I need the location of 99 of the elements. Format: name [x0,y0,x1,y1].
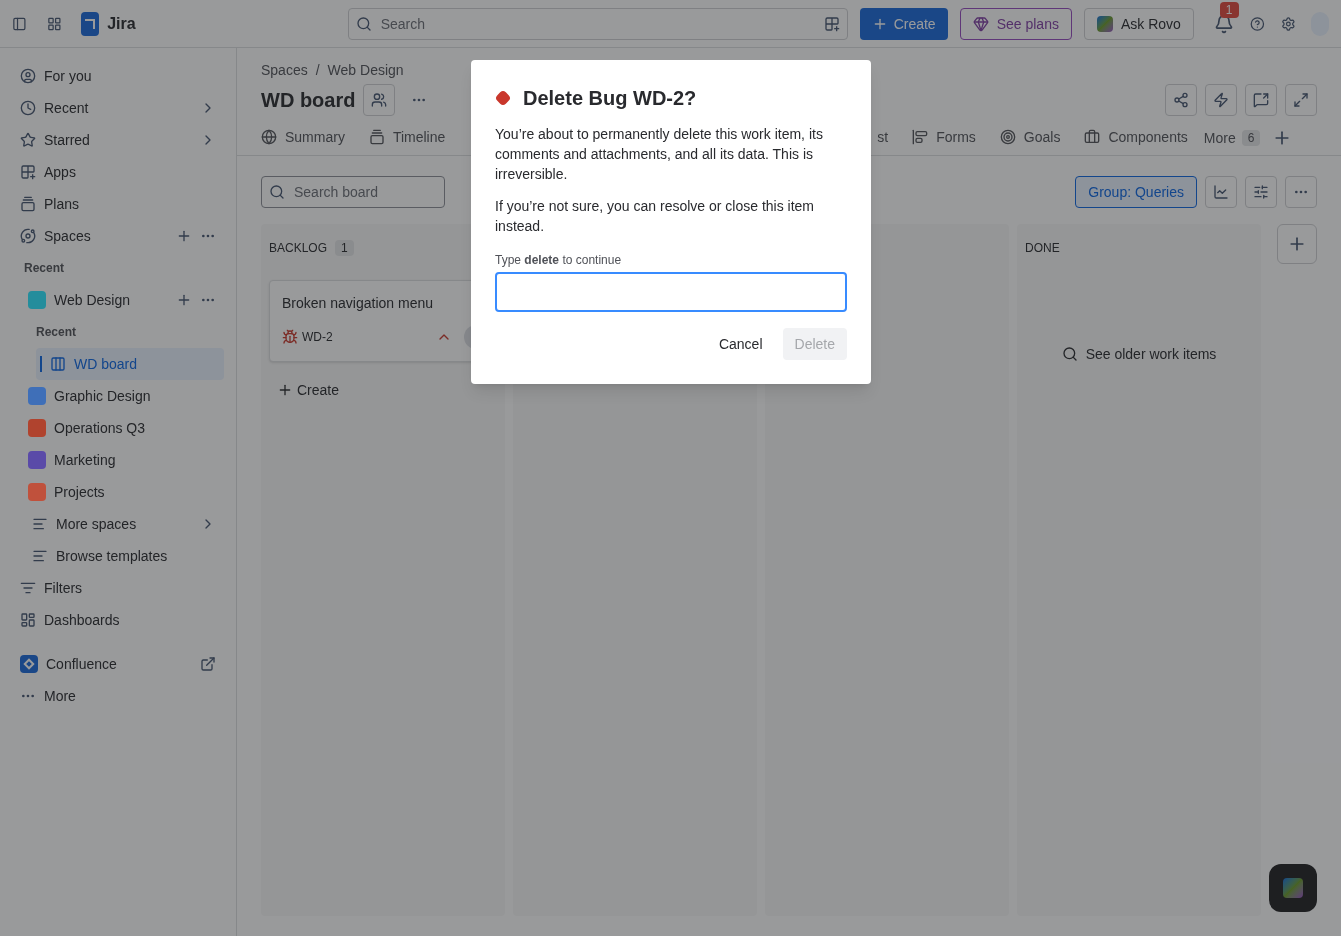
column-title: BACKLOG [269,240,328,256]
field-label: Type delete to continue [495,252,623,268]
sidebar-item[interactable]: Projects [20,476,224,508]
sidebar-item[interactable]: Browse templates [24,540,224,572]
warning-icon [495,90,511,106]
message-icon [1253,92,1269,108]
card-title: Broken navigation menu [282,294,434,313]
team-button[interactable] [363,84,396,116]
gem-icon [972,15,989,32]
rovo-logo-icon [1283,878,1303,898]
sidebar-item[interactable]: Spaces [12,220,224,252]
sidebar-item[interactable]: Apps [12,156,224,188]
add-icon [176,292,192,308]
ask-rovo-button[interactable]: Ask Rovo [1083,7,1194,40]
automation-button[interactable] [1205,84,1237,116]
rovo-logo-icon [1096,15,1113,32]
dialog-title: Delete Bug WD-2? [523,86,697,111]
tab-icon [912,128,929,145]
board-title: WD board [261,88,356,113]
search-icon [355,15,372,32]
nav-icon [20,580,36,596]
nav-tab[interactable]: Timeline [368,119,446,156]
plus-icon [277,382,293,398]
confirm-input[interactable] [495,272,847,312]
sidebar-item[interactable]: More spaces [24,508,224,540]
external-link-icon [200,656,216,672]
fullscreen-button[interactable] [1285,84,1317,116]
app-logo-icon [20,655,38,673]
feedback-button[interactable] [1245,84,1277,116]
planet-icon [20,228,36,244]
nav-icon [20,132,36,148]
nav-tab[interactable]: Goals [999,119,1061,156]
nav-icon [20,612,36,628]
sidebar-item[interactable]: Operations Q3 [20,412,224,444]
share-icon [1173,92,1189,108]
chart-icon [1213,184,1229,200]
group-button[interactable]: Group: Queries [1075,176,1197,208]
section-heading: Recent [23,260,65,277]
board-columns-icon [50,356,66,372]
notification-badge: 1 [1219,1,1239,18]
nav-icon [20,164,36,180]
sidebar-item[interactable]: Plans [12,188,224,220]
nav-icon [20,68,36,84]
nav-icon [20,196,36,212]
sidebar-item[interactable]: Dashboards [12,604,224,636]
tab-icon [1084,128,1101,145]
search-icon [1061,346,1078,362]
bug-icon [282,329,298,345]
count-badge: 1 [335,240,354,256]
sidebar-item[interactable]: Web Design [20,284,224,316]
sidebar-item[interactable]: Filters [12,572,224,604]
breadcrumb-separator: / [315,61,320,80]
nav-icon [20,100,36,116]
sidebar-item[interactable]: Starred [12,124,224,156]
view-settings-button[interactable] [1245,176,1277,208]
search-field[interactable]: Search [347,7,848,40]
sidebar-item[interactable]: Marketing [20,444,224,476]
rovo-button[interactable] [1269,864,1317,912]
cancel-button[interactable]: Cancel [706,328,775,360]
tab-icon [999,128,1016,145]
sliders-icon [1253,184,1269,200]
work-item-key: WD-2 [302,329,432,345]
product-name: Jira [107,13,136,34]
nav-tab[interactable]: Components [1084,119,1188,156]
tab-icon [261,128,277,145]
breadcrumb-link[interactable]: Spaces [261,60,308,80]
search-icon [269,184,285,200]
dialog-text: You’re about to permanently delete this work item, its comments and attachments, and all its data. This is irreversible. [495,125,824,184]
sidebar-item[interactable]: Recent [12,92,224,124]
sidebar-item[interactable]: More [12,680,224,712]
create-button[interactable]: Create [859,7,948,40]
sidebar-item[interactable]: Confluence [12,648,224,680]
see-plans-button[interactable]: See plans [959,7,1072,40]
dialog-text: If you’re not sure, you can resolve or close this item instead. [495,197,816,236]
older-items-link[interactable]: See older work items [1061,344,1217,364]
create-button[interactable]: Create [269,374,497,406]
nav-icon [32,548,48,564]
sidebar-item[interactable]: WD board [36,348,224,380]
nav-tab[interactable]: Forms [912,119,976,156]
column-title: DONE [1025,240,1060,256]
breadcrumb-link[interactable]: Web Design [327,60,404,80]
nav-icon [32,516,48,532]
nav-tab[interactable]: st [877,119,889,156]
people-icon [371,92,388,108]
lightning-icon [1213,92,1229,108]
tab-icon [368,128,385,145]
sidebar-item[interactable]: Graphic Design [20,380,224,412]
add-column-button[interactable] [1277,224,1317,264]
more-tab[interactable]: More 6 [1203,119,1261,156]
expand-icon [1293,92,1309,108]
insights-button[interactable] [1205,176,1237,208]
section-heading: Recent [35,324,77,341]
nav-tab[interactable]: Summary [261,119,345,156]
add-icon [176,228,192,244]
share-button[interactable] [1165,84,1197,116]
apps-icon [823,15,840,32]
board-search-field[interactable]: Search board [261,176,445,208]
sidebar-item[interactable]: For you [12,60,224,92]
logo-icon [81,11,100,36]
